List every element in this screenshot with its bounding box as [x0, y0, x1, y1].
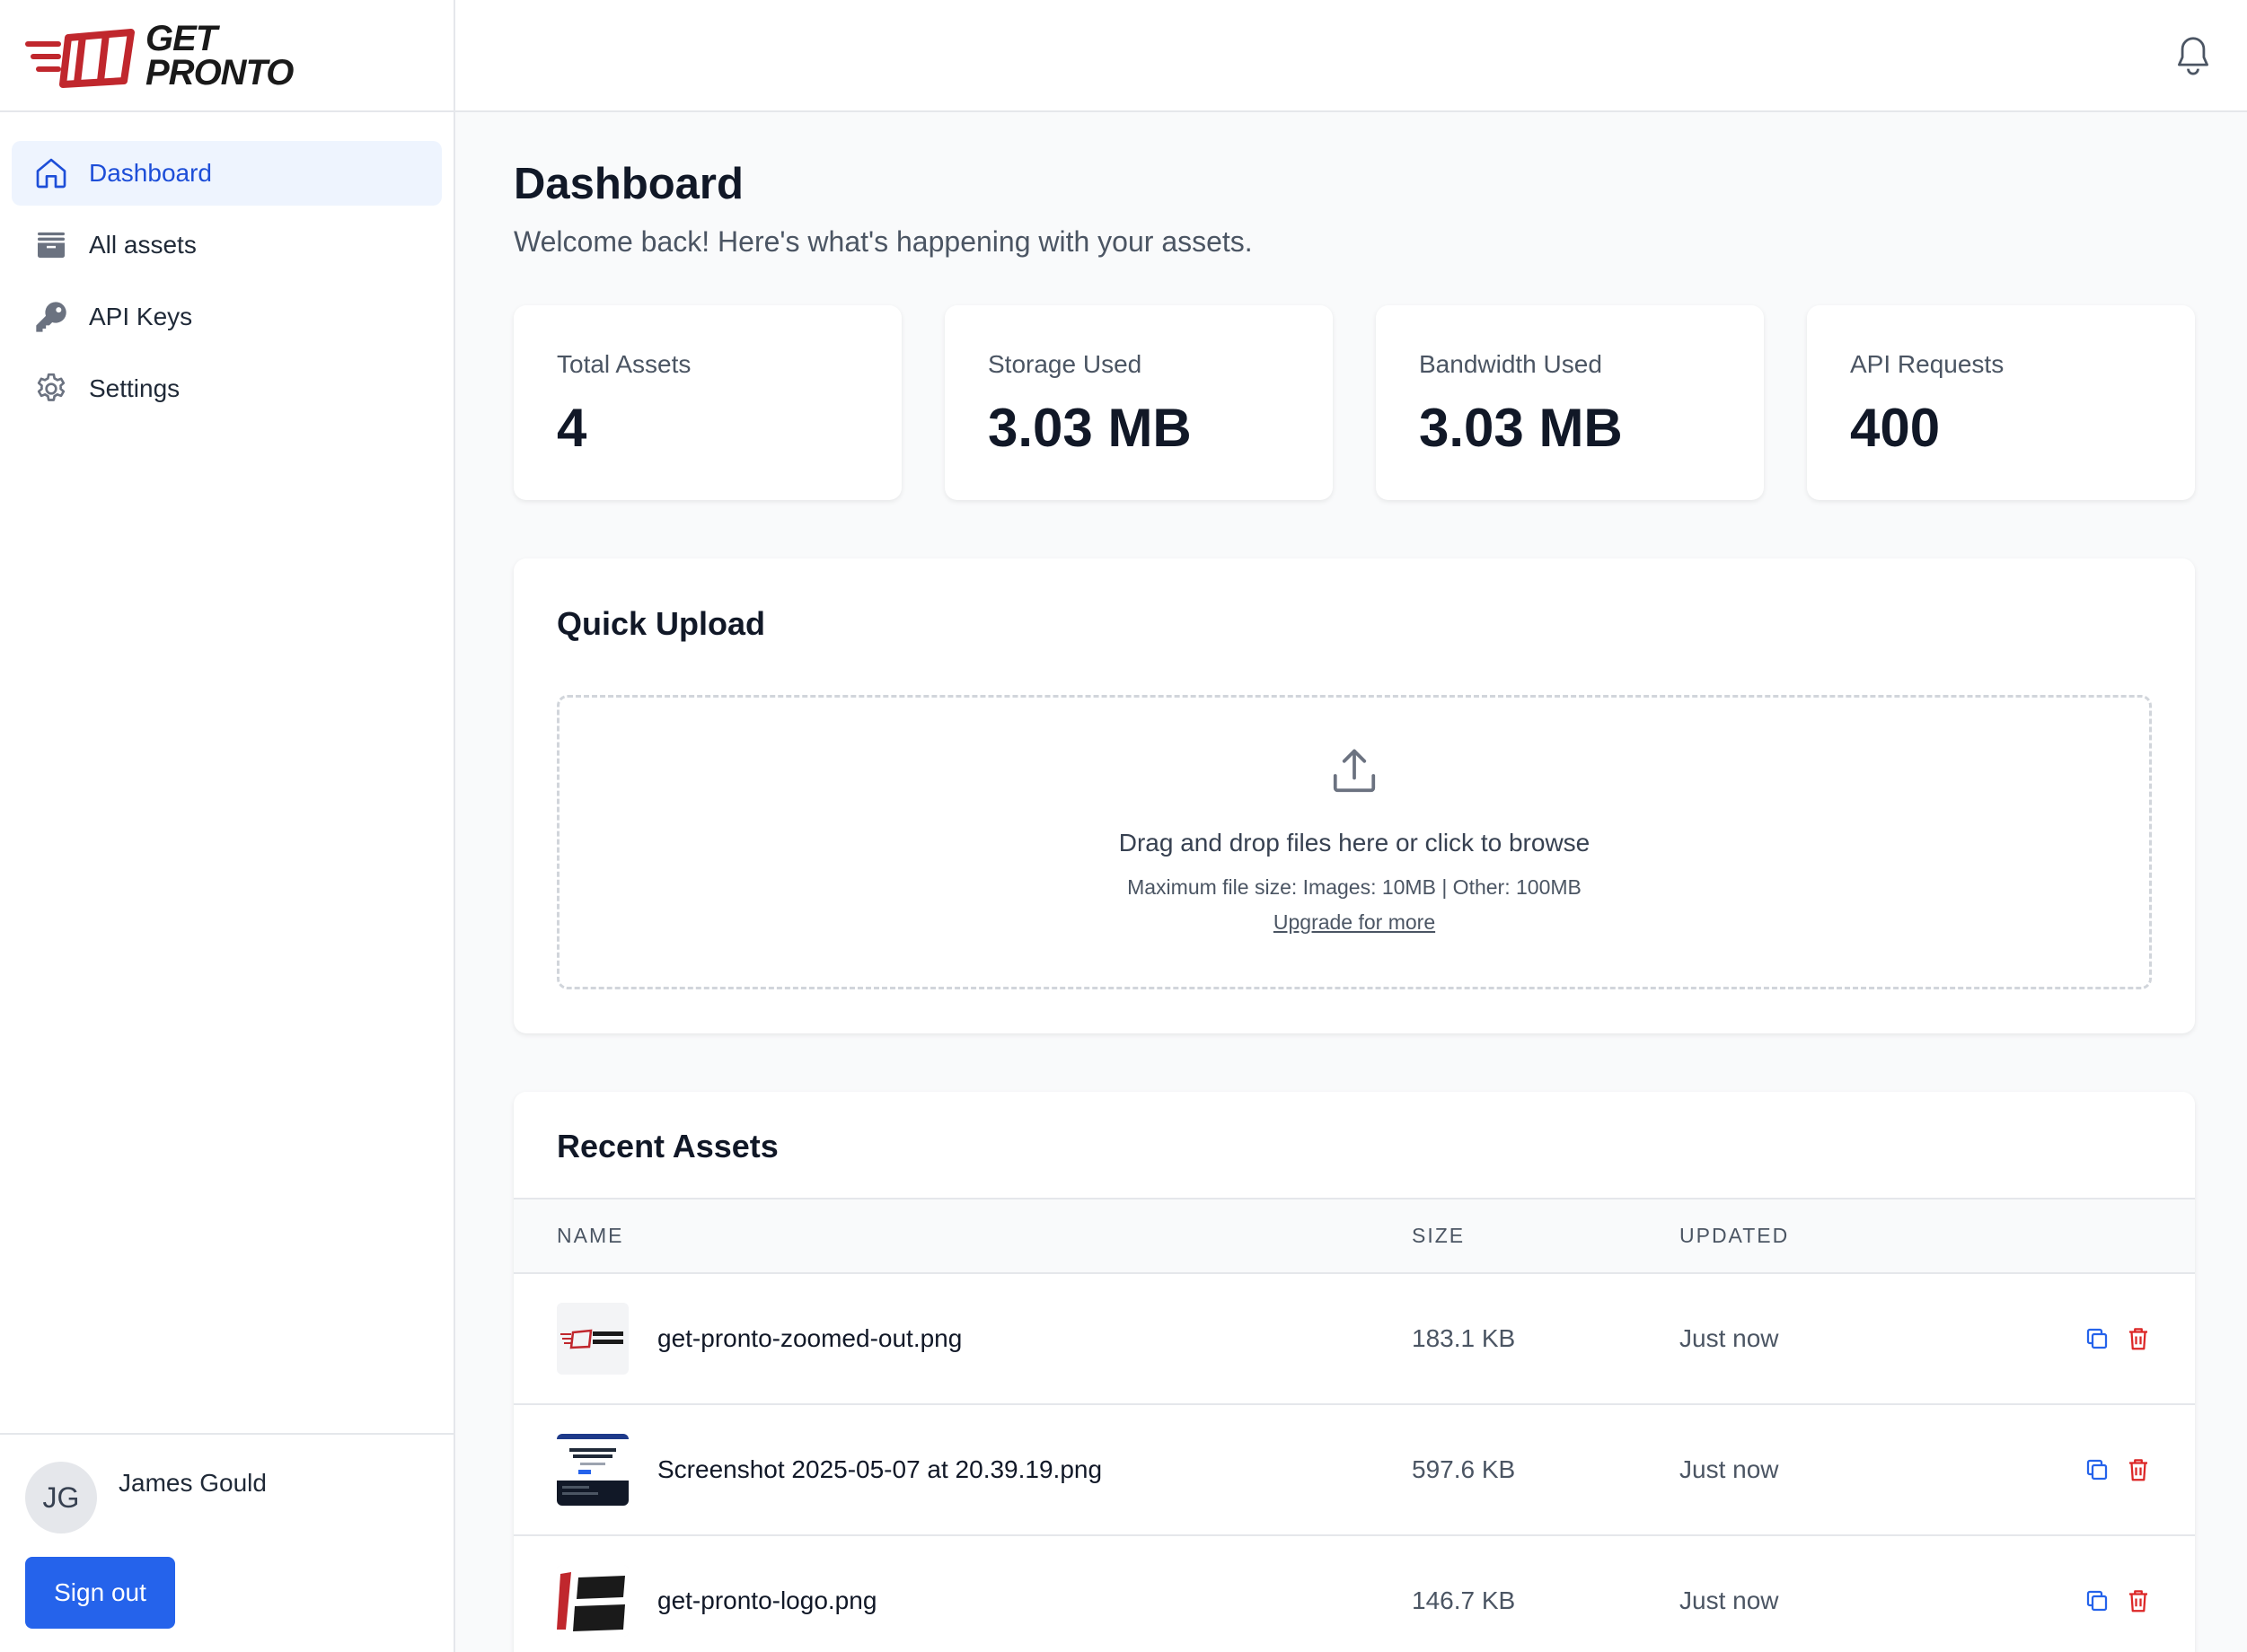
stat-value: 3.03 MB [1419, 398, 1623, 458]
stat-card-api-requests: API Requests 400 [1807, 305, 2195, 500]
upload-icon [1333, 749, 1376, 793]
asset-name[interactable]: get-pronto-logo.png [657, 1586, 877, 1615]
logo-closeup-thumbnail-image [557, 1565, 629, 1637]
asset-thumbnail [557, 1565, 629, 1637]
app-root: GET PRONTO Dashboard All assets API Keys… [0, 0, 2247, 1652]
logo-thumbnail-image [560, 1329, 623, 1349]
table-row[interactable]: Screenshot 2025-05-07 at 20.39.19.png 59… [514, 1404, 2195, 1535]
recent-assets-title: Recent Assets [557, 1128, 779, 1164]
dropzone-text: Drag and drop files here or click to bro… [1118, 829, 1591, 857]
sidebar-item-label: All assets [89, 231, 197, 259]
user-row: JG James Gould [25, 1462, 428, 1533]
quick-upload-title: Quick Upload [557, 605, 766, 642]
copy-icon[interactable] [2084, 1586, 2110, 1615]
table-row[interactable]: get-pronto-logo.png 146.7 KB Just now [514, 1535, 2195, 1652]
recent-assets-card: Recent Assets NAME SIZE UPDATED get-pron… [514, 1092, 2195, 1652]
sign-out-button[interactable]: Sign out [25, 1557, 175, 1629]
stat-value: 3.03 MB [988, 398, 1192, 458]
avatar: JG [25, 1462, 97, 1533]
logo-line-1: GET [145, 18, 217, 58]
sidebar-nav: Dashboard All assets API Keys Settings [0, 112, 454, 457]
asset-name-cell: get-pronto-logo.png [514, 1535, 1412, 1652]
copy-icon[interactable] [2084, 1455, 2110, 1484]
logo-wordmark: GET PRONTO [145, 18, 294, 92]
asset-actions [2003, 1535, 2195, 1652]
asset-name-cell: Screenshot 2025-05-07 at 20.39.19.png [514, 1404, 1412, 1535]
user-name: James Gould [119, 1469, 267, 1497]
asset-actions [2003, 1273, 2195, 1404]
assets-table: NAME SIZE UPDATED get-pronto-zoomed-out.… [514, 1199, 2195, 1652]
asset-name[interactable]: Screenshot 2025-05-07 at 20.39.19.png [657, 1455, 1102, 1484]
upgrade-link[interactable]: Upgrade for more [1273, 910, 1435, 935]
column-header-name: NAME [557, 1224, 624, 1247]
asset-thumbnail [557, 1434, 629, 1506]
page-subtitle: Welcome back! Here's what's happening wi… [514, 225, 1253, 258]
stat-value: 4 [557, 398, 587, 458]
sidebar-item-label: Settings [89, 374, 181, 402]
upload-dropzone[interactable]: Drag and drop files here or click to bro… [557, 695, 2152, 989]
screenshot-thumbnail-image [557, 1434, 629, 1506]
asset-updated: Just now [1679, 1586, 1779, 1614]
sidebar-item-all-assets[interactable]: All assets [12, 213, 442, 277]
column-header-actions [2003, 1199, 2195, 1273]
column-header-updated: UPDATED [1679, 1224, 1790, 1247]
column-header-size: SIZE [1412, 1224, 1466, 1247]
get-pronto-logo[interactable]: GET PRONTO [23, 18, 294, 92]
table-row[interactable]: get-pronto-zoomed-out.png 183.1 KB Just … [514, 1273, 2195, 1404]
key-icon [33, 299, 69, 335]
stat-label: Bandwidth Used [1419, 350, 1602, 378]
asset-name[interactable]: get-pronto-zoomed-out.png [657, 1324, 962, 1353]
dropzone-limit-text: Maximum file size: Images: 10MB | Other:… [1127, 875, 1582, 899]
user-panel: JG James Gould Sign out [0, 1433, 454, 1652]
trash-icon[interactable] [2125, 1455, 2152, 1484]
trash-icon[interactable] [2125, 1324, 2152, 1353]
sidebar-item-settings[interactable]: Settings [12, 356, 442, 421]
table-header-row: NAME SIZE UPDATED [514, 1199, 2195, 1273]
stat-label: Storage Used [988, 350, 1142, 378]
recent-assets-header: Recent Assets [514, 1092, 2195, 1199]
stats-row: Total Assets 4 Storage Used 3.03 MB Band… [514, 305, 2195, 500]
sidebar-item-label: API Keys [89, 303, 193, 330]
asset-size: 146.7 KB [1412, 1586, 1516, 1614]
archive-icon [33, 227, 69, 263]
sidebar: GET PRONTO Dashboard All assets API Keys… [0, 0, 455, 1652]
quick-upload-card: Quick Upload Drag and drop files here or… [514, 558, 2195, 1033]
stat-label: API Requests [1850, 350, 2005, 378]
asset-thumbnail [557, 1303, 629, 1375]
sidebar-item-label: Dashboard [89, 159, 212, 187]
stat-card-total-assets: Total Assets 4 [514, 305, 902, 500]
asset-name-cell: get-pronto-zoomed-out.png [514, 1273, 1412, 1404]
stat-label: Total Assets [557, 350, 692, 378]
stat-card-storage-used: Storage Used 3.03 MB [945, 305, 1333, 500]
logo-line-2: PRONTO [145, 52, 294, 92]
copy-icon[interactable] [2084, 1324, 2110, 1353]
page-title: Dashboard [514, 160, 744, 208]
asset-size: 597.6 KB [1412, 1455, 1516, 1483]
top-bar [455, 0, 2247, 112]
stat-card-bandwidth-used: Bandwidth Used 3.03 MB [1376, 305, 1764, 500]
gear-icon [33, 371, 69, 407]
asset-size: 183.1 KB [1412, 1324, 1516, 1352]
trash-icon[interactable] [2125, 1586, 2152, 1615]
box-logo-icon [25, 28, 135, 88]
main-content: Dashboard Welcome back! Here's what's ha… [455, 112, 2247, 1652]
stat-value: 400 [1850, 398, 1941, 458]
sidebar-item-dashboard[interactable]: Dashboard [12, 141, 442, 206]
asset-updated: Just now [1679, 1324, 1779, 1352]
asset-actions [2003, 1404, 2195, 1535]
sidebar-item-api-keys[interactable]: API Keys [12, 285, 442, 349]
asset-updated: Just now [1679, 1455, 1779, 1483]
bell-icon[interactable] [2173, 34, 2213, 77]
home-icon [33, 155, 69, 191]
logo-area: GET PRONTO [0, 0, 454, 112]
